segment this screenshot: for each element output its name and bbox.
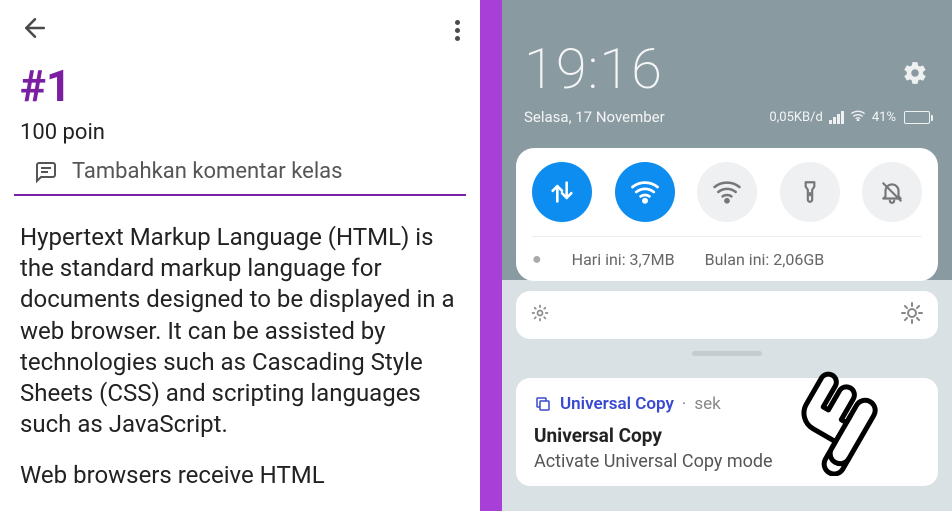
- data-rate-label: 0,05KB/d: [769, 110, 822, 125]
- top-bar: [0, 0, 480, 60]
- data-dot-icon: ●: [532, 249, 542, 269]
- assignment-title: #1: [0, 60, 480, 120]
- body-paragraph-2: Web browsers receive HTML: [20, 460, 460, 491]
- notification-app-name: Universal Copy: [560, 394, 674, 414]
- date-label: Selasa, 17 November: [524, 108, 665, 126]
- notification-title: Universal Copy: [534, 424, 920, 447]
- brightness-low-icon: [530, 303, 550, 327]
- comment-icon: [34, 160, 58, 184]
- status-icons: 0,05KB/d 41%: [769, 109, 930, 125]
- panel-drag-handle[interactable]: [692, 351, 762, 356]
- more-menu-icon[interactable]: [455, 20, 460, 41]
- battery-icon: [904, 111, 930, 124]
- notification-time-sep: ·: [682, 394, 686, 414]
- wifi-status-icon: [850, 109, 866, 125]
- dnd-toggle[interactable]: [862, 162, 922, 222]
- notification-card[interactable]: Universal Copy · sek Universal Copy Acti…: [516, 378, 938, 486]
- mobile-data-toggle[interactable]: [532, 162, 592, 222]
- notification-time: sek: [694, 394, 720, 414]
- settings-gear-icon[interactable]: [902, 60, 928, 90]
- flashlight-toggle[interactable]: [780, 162, 840, 222]
- signal-icon: [829, 111, 844, 124]
- hotspot-toggle[interactable]: [697, 162, 757, 222]
- panel-divider: [480, 0, 502, 511]
- battery-pct-label: 41%: [872, 110, 896, 125]
- notification-body: Activate Universal Copy mode: [534, 451, 920, 472]
- points-label: 100 poin: [0, 120, 480, 159]
- brightness-high-icon: [900, 301, 924, 329]
- month-data-label: Bulan ini: 2,06GB: [705, 250, 825, 269]
- assignment-body: Hypertext Markup Language (HTML) is the …: [0, 210, 480, 492]
- quick-settings-panel: ● Hari ini: 3,7MB Bulan ini: 2,06GB: [516, 148, 938, 281]
- body-paragraph-1: Hypertext Markup Language (HTML) is the …: [20, 222, 460, 440]
- class-comment-placeholder: Tambahkan komentar kelas: [72, 159, 343, 184]
- back-arrow-icon[interactable]: [20, 13, 50, 48]
- brightness-slider[interactable]: [516, 291, 938, 339]
- class-comment-row[interactable]: Tambahkan komentar kelas: [14, 159, 466, 196]
- today-data-label: Hari ini: 3,7MB: [572, 250, 675, 269]
- wifi-toggle[interactable]: [615, 162, 675, 222]
- clock-time: 19:16: [524, 36, 663, 102]
- copy-icon: [534, 395, 552, 413]
